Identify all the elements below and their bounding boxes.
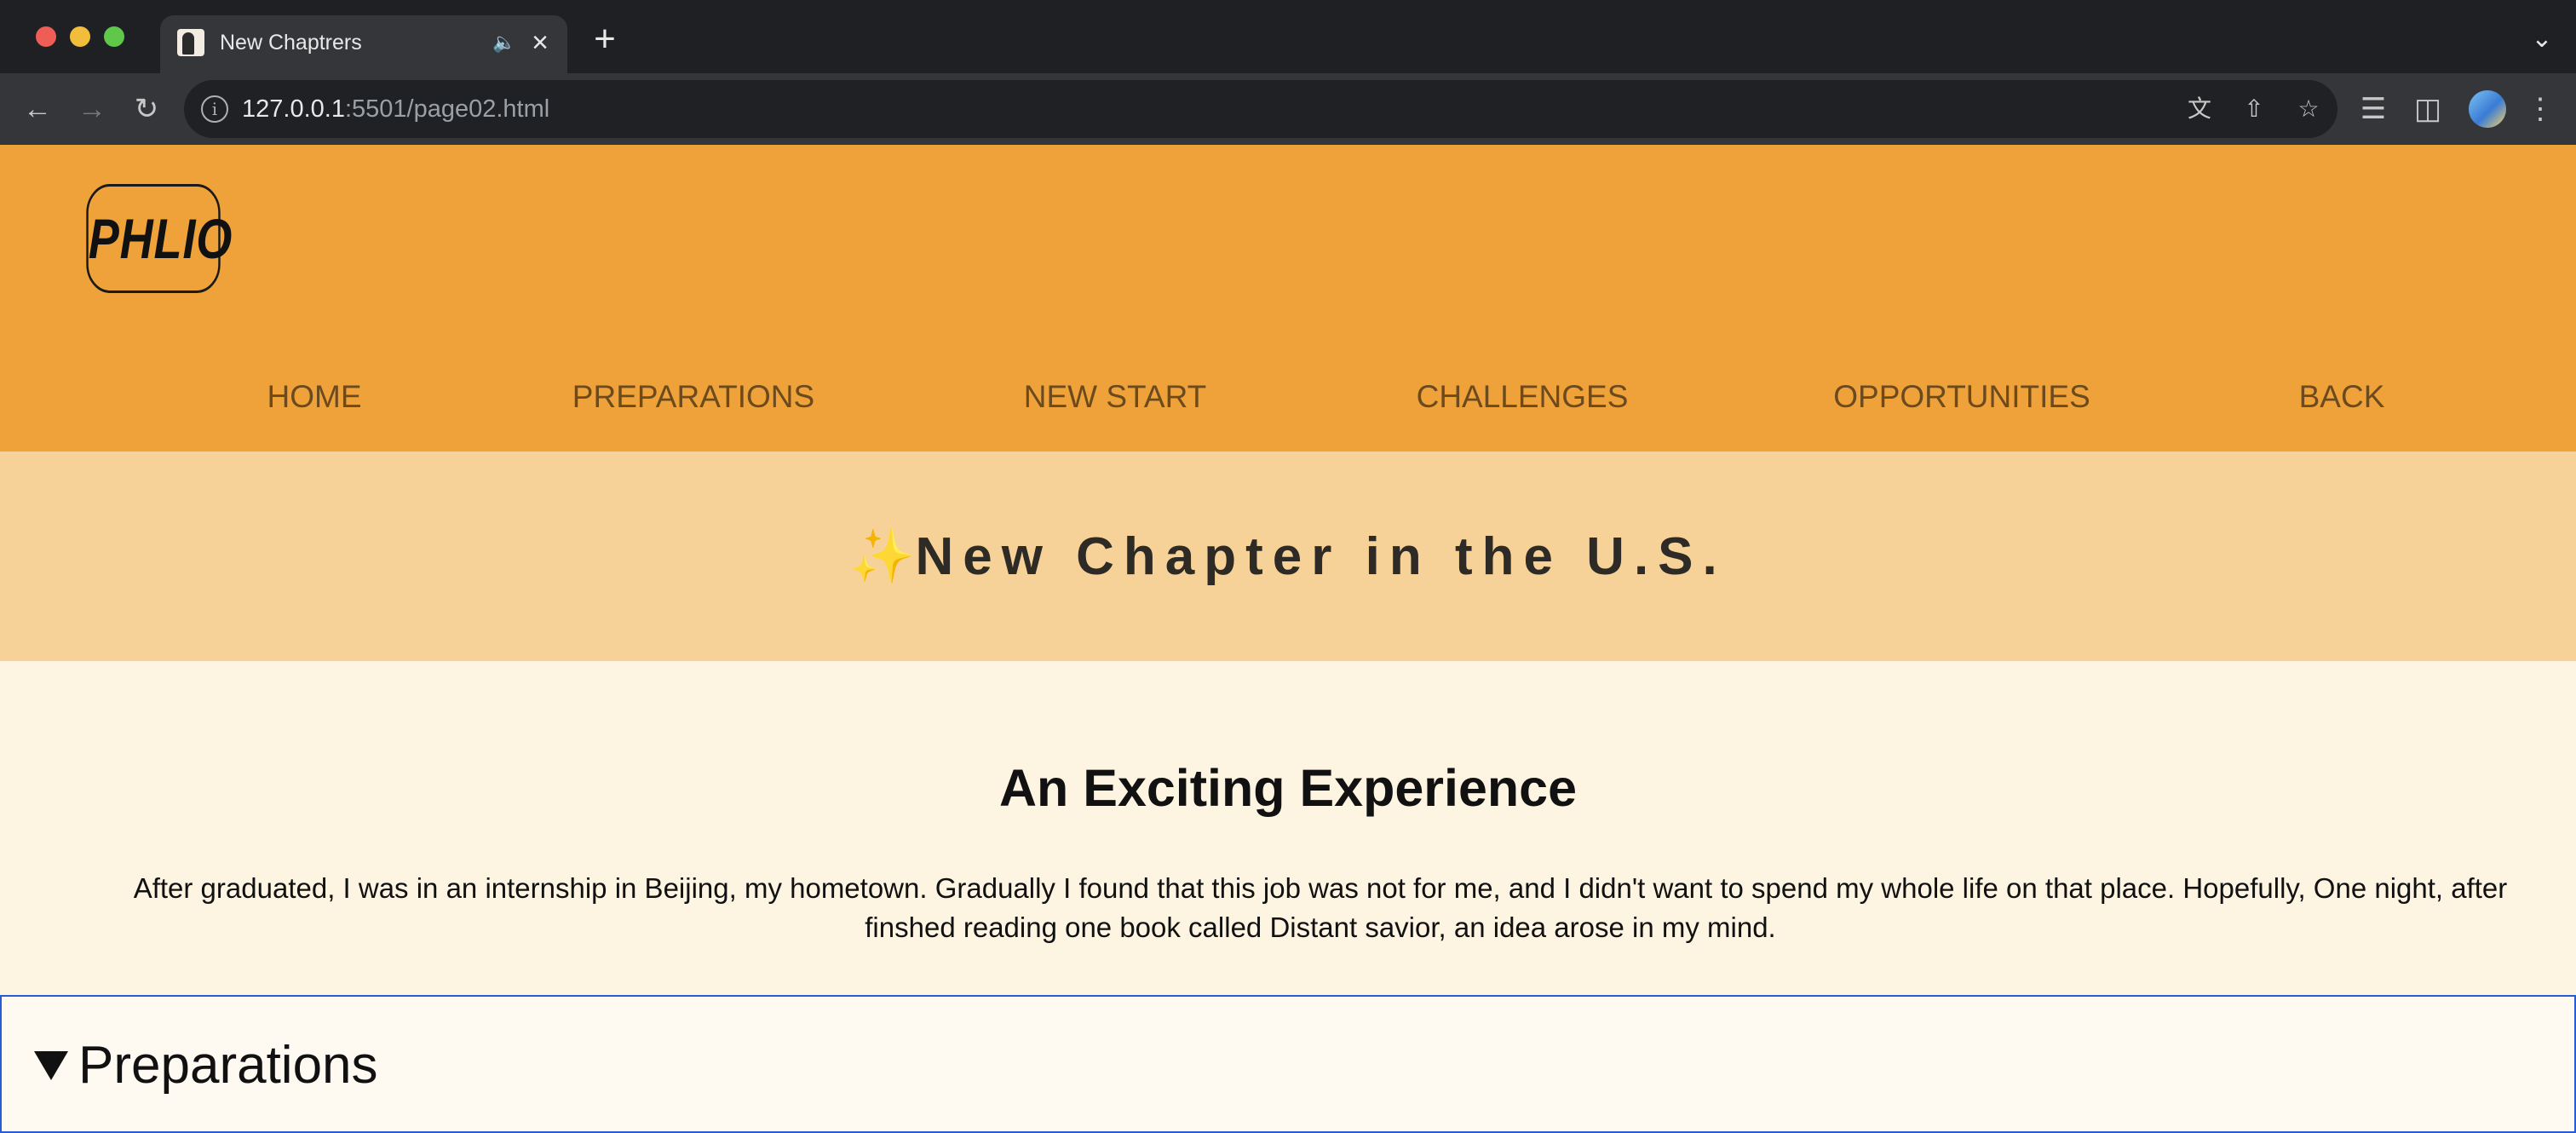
disclosure-triangle-icon[interactable]	[34, 1051, 68, 1080]
intro-section: An Exciting Experience After graduated, …	[0, 661, 2576, 997]
kebab-menu-icon[interactable]: ⋮	[2523, 92, 2557, 126]
nav-challenges[interactable]: CHALLENGES	[1417, 378, 1629, 416]
details-summary[interactable]: Preparations	[78, 1034, 378, 1097]
plus-icon[interactable]: +	[588, 20, 622, 58]
nav-back[interactable]: BACK	[2299, 378, 2385, 416]
page-title: ✨New Chapter in the U.S.	[0, 525, 2576, 590]
nav-new-start[interactable]: NEW START	[1024, 378, 1206, 416]
chevron-down-icon[interactable]: ⌄	[2525, 22, 2559, 56]
site-header: PHLIO HOME PREPARATIONS NEW START CHALLE…	[0, 145, 2576, 451]
browser-toolbar: ← → ↻ i 127.0.0.1:5501/page02.html 文 ⇧ ☆…	[0, 73, 2576, 145]
maximize-window-button[interactable]	[104, 26, 124, 47]
star-icon[interactable]: ☆	[2291, 92, 2326, 126]
site-info-icon[interactable]: i	[201, 95, 228, 123]
close-tab-icon[interactable]: ×	[525, 27, 555, 58]
sparkles-icon: ✨	[849, 527, 916, 586]
page-banner: ✨New Chapter in the U.S.	[0, 451, 2576, 661]
media-control-icon[interactable]: ☰	[2356, 92, 2390, 126]
forward-arrow-icon[interactable]: →	[75, 92, 109, 126]
url-text[interactable]: 127.0.0.1:5501/page02.html	[242, 94, 549, 124]
site-logo[interactable]: PHLIO	[86, 184, 232, 293]
minimize-window-button[interactable]	[70, 26, 90, 47]
browser-tab-bar: New Chaptrers 🔈 × + ⌄	[0, 0, 2576, 73]
nav-home[interactable]: HOME	[267, 378, 362, 416]
share-icon[interactable]: ⇧	[2237, 92, 2271, 126]
address-bar[interactable]: i 127.0.0.1:5501/page02.html 文 ⇧ ☆	[184, 80, 2337, 138]
url-host: 127.0.0.1	[242, 95, 345, 123]
browser-tab[interactable]: New Chaptrers 🔈 ×	[160, 15, 567, 73]
side-panel-icon[interactable]: ◫	[2411, 92, 2445, 126]
url-path: :5501/page02.html	[344, 95, 550, 123]
nav-preparations[interactable]: PREPARATIONS	[572, 378, 814, 416]
nav-opportunities[interactable]: OPPORTUNITIES	[1833, 378, 2090, 416]
translate-icon[interactable]: 文	[2182, 92, 2217, 126]
section-heading: An Exciting Experience	[999, 759, 1577, 817]
profile-avatar[interactable]	[2469, 90, 2506, 128]
close-window-button[interactable]	[36, 26, 56, 47]
page-title-text: New Chapter in the U.S.	[915, 527, 1727, 586]
reload-icon[interactable]: ↻	[129, 92, 164, 126]
preparations-details[interactable]: Preparations	[0, 995, 2576, 1133]
tab-favicon-icon	[177, 29, 204, 56]
speaker-muted-icon[interactable]: 🔈	[491, 29, 518, 56]
back-arrow-icon[interactable]: ←	[20, 92, 55, 126]
tab-title: New Chaptrers	[220, 31, 362, 55]
intro-paragraph: After graduated, I was in an internship …	[133, 872, 2508, 943]
